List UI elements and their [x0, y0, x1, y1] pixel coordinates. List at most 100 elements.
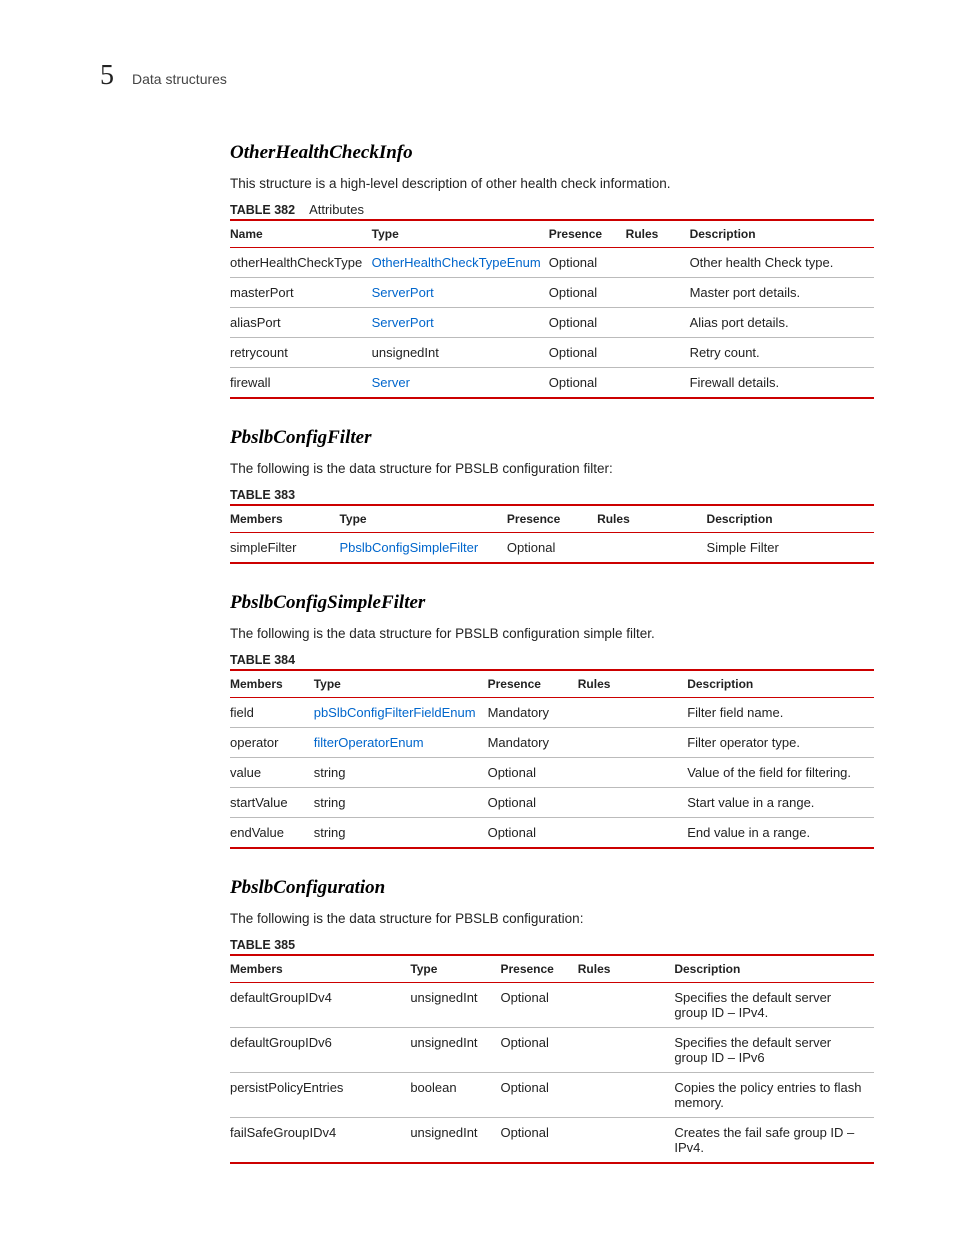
table-cell: ServerPort [372, 308, 549, 338]
table-cell: pbSlbConfigFilterFieldEnum [314, 698, 488, 728]
table-cell: Optional [500, 1073, 577, 1118]
column-header: Presence [507, 505, 597, 533]
table-cell: defaultGroupIDv6 [230, 1028, 410, 1073]
type-link[interactable]: filterOperatorEnum [314, 735, 424, 750]
table-row: otherHealthCheckTypeOtherHealthCheckType… [230, 248, 874, 278]
table-cell: Firewall details. [690, 368, 874, 399]
table-cell [578, 698, 687, 728]
table-cell: Specifies the default server group ID – … [674, 1028, 874, 1073]
table-cell: operator [230, 728, 314, 758]
table-cell: Master port details. [690, 278, 874, 308]
table-cell: Copies the policy entries to flash memor… [674, 1073, 874, 1118]
type-link[interactable]: pbSlbConfigFilterFieldEnum [314, 705, 476, 720]
table-cell: persistPolicyEntries [230, 1073, 410, 1118]
table-cell: endValue [230, 818, 314, 849]
table-cell: Specifies the default server group ID – … [674, 983, 874, 1028]
table-number: TABLE 384 [230, 653, 295, 667]
table-cell: End value in a range. [687, 818, 874, 849]
table-cell: ServerPort [372, 278, 549, 308]
table-row: operatorfilterOperatorEnumMandatoryFilte… [230, 728, 874, 758]
type-link[interactable]: PbslbConfigSimpleFilter [339, 540, 478, 555]
table-cell: value [230, 758, 314, 788]
column-header: Description [690, 220, 874, 248]
table-subtitle: Attributes [309, 202, 364, 217]
table-row: defaultGroupIDv4unsignedIntOptionalSpeci… [230, 983, 874, 1028]
table-cell: Mandatory [488, 698, 578, 728]
table-cell: masterPort [230, 278, 372, 308]
table-cell [626, 248, 690, 278]
table-cell: field [230, 698, 314, 728]
column-header: Type [339, 505, 506, 533]
table-cell: Optional [500, 983, 577, 1028]
data-table: NameTypePresenceRulesDescriptionotherHea… [230, 219, 874, 399]
table-cell: aliasPort [230, 308, 372, 338]
section-title: PbslbConfigFilter [230, 427, 874, 449]
section-title: OtherHealthCheckInfo [230, 142, 874, 164]
table-cell: Start value in a range. [687, 788, 874, 818]
table-cell: Optional [488, 758, 578, 788]
table-cell: OtherHealthCheckTypeEnum [372, 248, 549, 278]
content-area: OtherHealthCheckInfo This structure is a … [230, 142, 874, 1164]
table-cell: simpleFilter [230, 533, 339, 564]
type-link[interactable]: Server [372, 375, 410, 390]
table-cell: PbslbConfigSimpleFilter [339, 533, 506, 564]
table-cell: string [314, 818, 488, 849]
column-header: Name [230, 220, 372, 248]
table-cell: string [314, 788, 488, 818]
table-cell [626, 308, 690, 338]
column-header: Type [372, 220, 549, 248]
table-cell: startValue [230, 788, 314, 818]
table-cell [578, 788, 687, 818]
table-row: valuestringOptionalValue of the field fo… [230, 758, 874, 788]
table-row: aliasPortServerPortOptionalAlias port de… [230, 308, 874, 338]
table-cell: Optional [500, 1118, 577, 1164]
table-cell [626, 278, 690, 308]
page-header: 5 Data structures [100, 60, 874, 92]
column-header: Presence [488, 670, 578, 698]
section-intro: This structure is a high-level descripti… [230, 176, 874, 191]
table-cell: Server [372, 368, 549, 399]
table-cell [578, 758, 687, 788]
table-label: TABLE 382Attributes [230, 197, 874, 219]
table-cell: Optional [549, 248, 626, 278]
table-cell [578, 1073, 675, 1118]
data-table: MembersTypePresenceRulesDescriptiondefau… [230, 954, 874, 1164]
table-cell: Optional [549, 338, 626, 368]
table-cell: Optional [507, 533, 597, 564]
column-header: Members [230, 670, 314, 698]
table-row: endValuestringOptional End value in a ran… [230, 818, 874, 849]
table-row: simpleFilterPbslbConfigSimpleFilter Optio… [230, 533, 874, 564]
table-cell: Optional [549, 308, 626, 338]
table-row: retrycountunsignedIntOptional Retry count… [230, 338, 874, 368]
table-cell: unsignedInt [410, 1118, 500, 1164]
table-cell: Optional [549, 278, 626, 308]
table-cell: Retry count. [690, 338, 874, 368]
column-header: Members [230, 505, 339, 533]
type-link[interactable]: OtherHealthCheckTypeEnum [372, 255, 541, 270]
table-cell: failSafeGroupIDv4 [230, 1118, 410, 1164]
table-cell: Creates the fail safe group ID – IPv4. [674, 1118, 874, 1164]
type-link[interactable]: ServerPort [372, 285, 434, 300]
table-row: persistPolicyEntriesbooleanOptional Copie… [230, 1073, 874, 1118]
table-label: TABLE 385 [230, 932, 874, 954]
table-cell: unsignedInt [372, 338, 549, 368]
table-cell [578, 983, 675, 1028]
table-cell [597, 533, 706, 564]
table-cell: Filter operator type. [687, 728, 874, 758]
data-table: MembersTypePresenceRulesDescriptionsimpl… [230, 504, 874, 564]
table-cell [578, 818, 687, 849]
table-label: TABLE 383 [230, 482, 874, 504]
type-link[interactable]: ServerPort [372, 315, 434, 330]
section-intro: The following is the data structure for … [230, 626, 874, 641]
section-intro: The following is the data structure for … [230, 911, 874, 926]
data-table: MembersTypePresenceRulesDescriptionfield… [230, 669, 874, 849]
table-cell: Optional [488, 818, 578, 849]
column-header: Type [410, 955, 500, 983]
column-header: Rules [597, 505, 706, 533]
table-cell: retrycount [230, 338, 372, 368]
table-cell: boolean [410, 1073, 500, 1118]
table-row: firewallServerOptionalFirewall details. [230, 368, 874, 399]
table-cell: Simple Filter [707, 533, 874, 564]
section-title: PbslbConfigSimpleFilter [230, 592, 874, 614]
column-header: Description [674, 955, 874, 983]
